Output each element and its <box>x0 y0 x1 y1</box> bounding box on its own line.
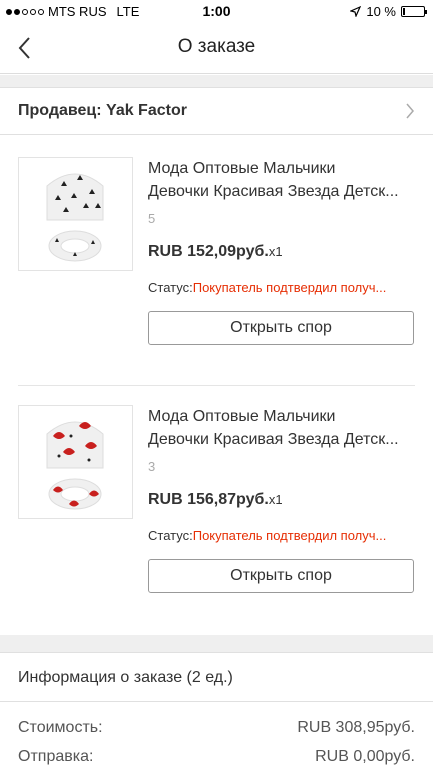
product-image[interactable] <box>18 405 133 519</box>
product-quantity: 5 <box>148 211 156 226</box>
cost-value: RUB 308,95руб. <box>297 719 415 736</box>
cost-label: Стоимость: <box>18 719 103 736</box>
seller-label: Продавец: Yak Factor <box>18 102 187 119</box>
section-separator <box>0 635 433 652</box>
status-label: Статус: <box>148 528 193 543</box>
product-title-line-1[interactable]: Мода Оптовые Мальчики <box>148 405 418 428</box>
shipping-value: RUB 0,00руб. <box>315 748 415 765</box>
price-multiplier: x1 <box>268 244 283 259</box>
chevron-right-icon <box>406 103 414 119</box>
product-price: RUB 156,87руб.x1 <box>148 491 283 509</box>
location-arrow-icon <box>350 6 362 17</box>
open-dispute-button[interactable]: Открыть спор <box>148 559 414 593</box>
status-bar: MTS RUS LTE 1:00 10 % <box>0 0 433 22</box>
order-status: Статус:Покупатель подтвердил получ... <box>148 280 414 295</box>
battery-percent: 10 % <box>366 4 396 19</box>
page-title: О заказе <box>177 36 256 57</box>
hat-scarf-image-icon <box>46 421 104 510</box>
price-value: RUB 152,09руб. <box>148 243 269 260</box>
product-image[interactable] <box>18 157 133 271</box>
price-value: RUB 156,87руб. <box>148 491 269 508</box>
order-item: Мода Оптовые Мальчики Девочки Красивая З… <box>0 135 433 385</box>
price-multiplier: x1 <box>268 492 283 507</box>
order-info-title: Информация о заказе (2 ед.) <box>18 669 233 686</box>
product-title-line-2[interactable]: Девочки Красивая Звезда Детск... <box>148 180 418 203</box>
battery-icon <box>401 6 427 17</box>
hat-scarf-image-icon <box>46 173 104 262</box>
product-price: RUB 152,09руб.x1 <box>148 243 283 261</box>
open-dispute-button[interactable]: Открыть спор <box>148 311 414 345</box>
product-quantity: 3 <box>148 459 156 474</box>
navigation-bar: О заказе <box>0 22 433 74</box>
product-title-line-2[interactable]: Девочки Красивая Звезда Детск... <box>148 428 418 451</box>
order-item: Мода Оптовые Мальчики Девочки Красивая З… <box>0 385 433 635</box>
section-separator <box>0 75 433 87</box>
order-info-header: Информация о заказе (2 ед.) <box>0 652 433 702</box>
product-title-line-1[interactable]: Мода Оптовые Мальчики <box>148 157 418 180</box>
order-status: Статус:Покупатель подтвердил получ... <box>148 528 414 543</box>
seller-row[interactable]: Продавец: Yak Factor <box>0 87 433 135</box>
status-value: Покупатель подтвердил получ... <box>192 528 387 543</box>
status-value: Покупатель подтвердил получ... <box>192 280 387 295</box>
shipping-label: Отправка: <box>18 748 94 765</box>
status-label: Статус: <box>148 280 193 295</box>
